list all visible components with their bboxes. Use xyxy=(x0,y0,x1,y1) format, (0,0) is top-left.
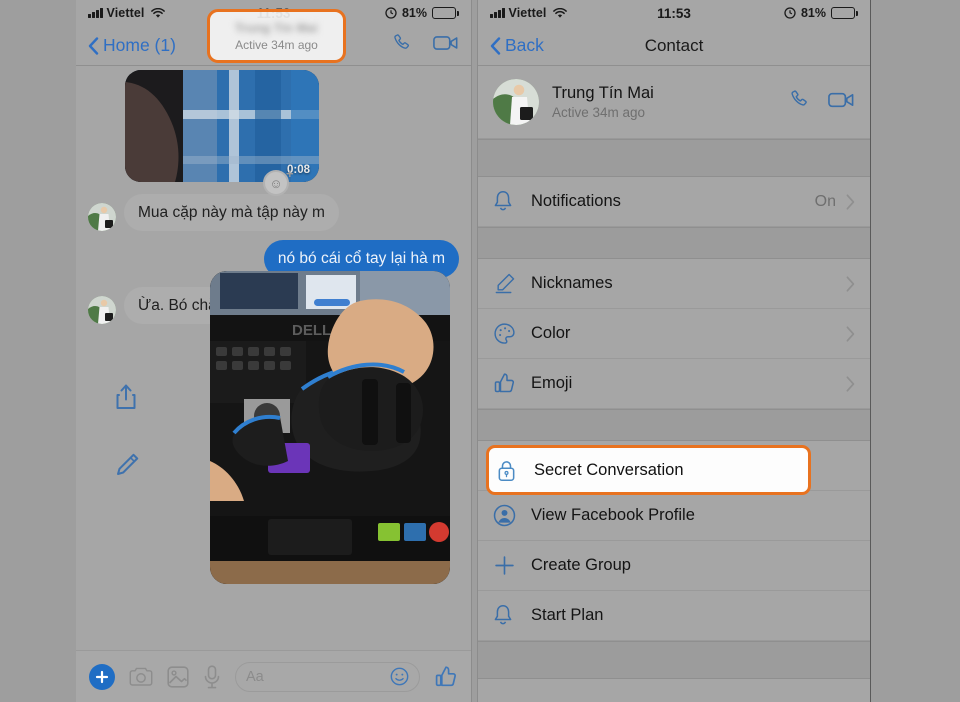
menu-item-nicknames[interactable]: Nicknames xyxy=(478,259,870,309)
add-attachment-button[interactable] xyxy=(89,663,115,690)
left-nav-actions xyxy=(391,32,459,59)
photo-message-wrap: DELL xyxy=(116,271,450,584)
status-bar-right-group: 81% xyxy=(385,6,459,20)
chat-thread[interactable]: 0:08 ☺ + Mua cặp này mà tập này m nó bó … xyxy=(76,66,471,650)
battery-icon xyxy=(432,7,459,19)
secret-conversation-highlight-box[interactable]: Secret Conversation xyxy=(486,445,811,495)
avatar[interactable] xyxy=(493,79,539,125)
message-composer: Aa xyxy=(76,650,471,702)
screenshot-root: Viettel 11:53 81% xyxy=(0,0,960,702)
chevron-left-icon xyxy=(490,36,501,55)
menu-item-label: Color xyxy=(531,324,571,342)
status-bar-right-group: 81% xyxy=(784,6,858,20)
reaction-add-plus[interactable]: + xyxy=(286,166,294,181)
svg-text:DELL: DELL xyxy=(292,322,331,339)
menu-item-start-plan[interactable]: Start Plan xyxy=(478,591,870,641)
contact-status: Active 34m ago xyxy=(552,105,646,120)
contact-header[interactable]: Trung Tín Mai Active 34m ago xyxy=(478,66,870,139)
contact-meta: Trung Tín Mai Active 34m ago xyxy=(552,84,775,120)
back-to-home-button[interactable]: Home (1) xyxy=(88,35,176,56)
smiley-face-icon[interactable] xyxy=(390,667,409,686)
photo-gallery-icon[interactable] xyxy=(167,665,189,688)
message-row-incoming-1: Mua cặp này mà tập này m xyxy=(76,194,471,232)
section-gap-1 xyxy=(478,139,870,177)
video-camera-icon[interactable] xyxy=(433,33,459,58)
rotation-lock-icon xyxy=(385,7,397,19)
carrier-label: Viettel xyxy=(508,6,547,20)
menu-group-notifications: Notifications On xyxy=(478,177,870,227)
back-label: Back xyxy=(505,35,544,55)
camera-icon[interactable] xyxy=(129,667,153,687)
right-phone-panel: Viettel 11:53 81% Back Contact Trung Tín… xyxy=(477,0,871,702)
chevron-right-icon xyxy=(846,375,855,392)
left-phone-panel: Viettel 11:53 81% xyxy=(76,0,472,702)
chevron-left-icon xyxy=(88,36,99,55)
menu-item-view-facebook-profile[interactable]: View Facebook Profile xyxy=(478,491,870,541)
edit-pencil-icon[interactable] xyxy=(114,452,140,483)
menu-item-label: Secret Conversation xyxy=(534,460,684,479)
menu-group-actions: Secret Conversation View Facebook Profil… xyxy=(478,441,870,641)
avatar xyxy=(88,296,116,325)
section-gap-2 xyxy=(478,227,870,259)
menu-item-secret-conversation-row: Secret Conversation xyxy=(478,441,870,495)
rotation-lock-icon xyxy=(784,7,796,19)
back-button[interactable]: Back xyxy=(490,35,544,56)
menu-item-label: Notifications xyxy=(531,192,621,210)
status-bar-signal-group: Viettel xyxy=(88,6,165,20)
section-gap-3 xyxy=(478,409,870,441)
share-icon[interactable] xyxy=(114,383,140,416)
contact-name-blurred: Trung Tin Mai xyxy=(235,20,318,35)
status-bar-right: Viettel 11:53 81% xyxy=(478,0,870,26)
contact-actions xyxy=(788,88,855,116)
menu-item-label: View Facebook Profile xyxy=(531,506,695,524)
phone-icon[interactable] xyxy=(788,88,811,116)
palette-icon xyxy=(493,322,531,345)
photo-side-actions xyxy=(114,383,140,483)
right-nav-bar: Back Contact xyxy=(478,26,870,66)
status-bar-signal-group: Viettel xyxy=(490,6,567,20)
menu-item-color[interactable]: Color xyxy=(478,309,870,359)
menu-item-create-group[interactable]: Create Group xyxy=(478,541,870,591)
lock-icon xyxy=(496,459,534,482)
battery-percent-label: 81% xyxy=(800,6,826,20)
chevron-right-icon xyxy=(846,193,855,210)
person-icon xyxy=(493,504,531,527)
contact-name: Trung Tín Mai xyxy=(552,84,654,102)
menu-item-notifications[interactable]: Notifications On xyxy=(478,177,870,227)
avatar xyxy=(88,203,116,232)
photo-message[interactable]: DELL xyxy=(210,271,450,584)
contact-name-highlight-box[interactable]: Trung Tin Mai Active 34m ago xyxy=(207,9,346,63)
menu-item-label: Emoji xyxy=(531,374,573,392)
menu-group-customization: Nicknames Color Emoji xyxy=(478,259,870,409)
menu-item-label: Create Group xyxy=(531,556,631,574)
signal-bars-icon xyxy=(490,8,505,18)
contact-active-status: Active 34m ago xyxy=(235,37,318,52)
message-input[interactable]: Aa xyxy=(235,661,420,692)
thumbs-up-icon xyxy=(493,372,531,395)
pencil-icon xyxy=(493,272,531,295)
menu-item-label: Nicknames xyxy=(531,274,613,292)
message-bubble[interactable]: Mua cặp này mà tập này m xyxy=(124,194,339,232)
phone-icon[interactable] xyxy=(391,32,413,59)
plus-icon xyxy=(493,554,531,577)
bell-icon xyxy=(493,604,531,627)
back-label: Home (1) xyxy=(103,35,176,55)
microphone-icon[interactable] xyxy=(203,664,221,689)
wifi-icon xyxy=(552,7,567,19)
signal-bars-icon xyxy=(88,8,103,18)
chevron-right-icon xyxy=(846,325,855,342)
section-gap-4 xyxy=(478,641,870,679)
chevron-right-icon xyxy=(846,275,855,292)
menu-item-emoji[interactable]: Emoji xyxy=(478,359,870,409)
thumbs-up-icon[interactable] xyxy=(434,665,458,689)
wifi-icon xyxy=(150,7,165,19)
battery-icon xyxy=(831,7,858,19)
carrier-label: Viettel xyxy=(106,6,145,20)
message-input-placeholder: Aa xyxy=(246,668,264,685)
battery-percent-label: 81% xyxy=(401,6,427,20)
video-camera-icon[interactable] xyxy=(828,90,855,115)
menu-item-value: On xyxy=(814,192,836,210)
menu-item-label: Start Plan xyxy=(531,606,604,624)
bell-icon xyxy=(493,190,531,213)
